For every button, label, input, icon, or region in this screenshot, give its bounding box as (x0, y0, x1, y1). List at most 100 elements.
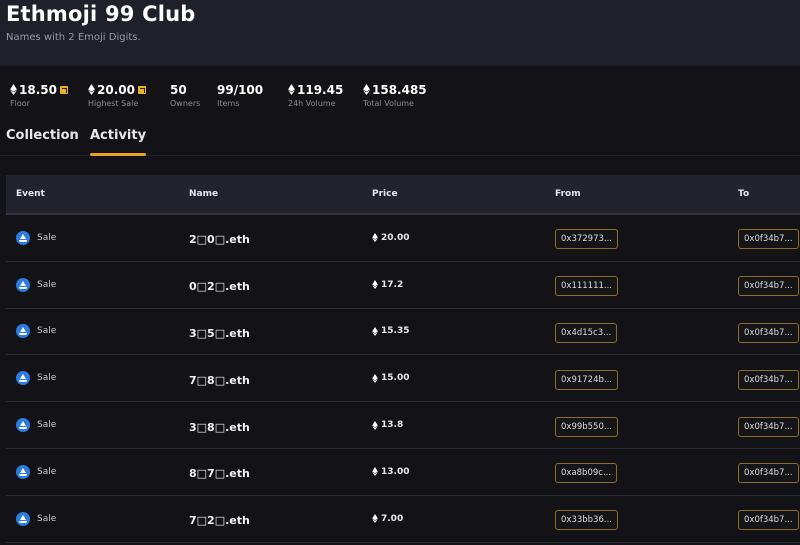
event-label: Sale (37, 513, 57, 524)
header-to: To (738, 189, 750, 199)
collection-subtitle: Names with 2 Emoji Digits. (6, 32, 141, 43)
stat-value-text: 99/100 (217, 82, 264, 97)
event-label: Sale (37, 373, 57, 384)
stat-label: Owners (170, 99, 201, 108)
external-link-icon[interactable] (59, 85, 68, 94)
from-address-link[interactable]: 0x372973... (555, 229, 618, 250)
table-row[interactable]: Sale 3□5□.eth 15.35 0x4d15c3... 0x0f34b7... (6, 308, 800, 356)
price-cell: 20.00 (372, 233, 555, 243)
from-address-link[interactable]: 0x111111... (555, 276, 618, 297)
from-address-link[interactable]: 0xa8b09c... (555, 463, 618, 484)
collection-header: Ethmoji 99 Club Names with 2 Emoji Digit… (0, 0, 800, 66)
event-label: Sale (37, 466, 57, 477)
event-cell: Sale (6, 371, 189, 386)
header-event: Event (16, 189, 45, 199)
to-address-link[interactable]: 0x0f34b7... (738, 510, 799, 531)
stat-value-text: 158.485 (372, 82, 427, 97)
item-name-link[interactable]: 7□2□.eth (189, 514, 250, 527)
stat-label: Highest Sale (88, 99, 139, 108)
collection-title: Ethmoji 99 Club (6, 2, 196, 26)
table-row[interactable]: Sale 7□2□.eth 7.00 0x33bb36... 0x0f34b7... (6, 495, 800, 543)
from-address-link[interactable]: 0x33bb36... (555, 510, 618, 531)
eth-icon (372, 420, 378, 430)
eth-icon (288, 84, 295, 95)
stats-bar: 18.50 Floor 20.00 Highest Sale 50 Owners 99/10… (10, 82, 443, 109)
from-address-link[interactable]: 0x4d15c3... (555, 322, 618, 343)
eth-icon (372, 233, 378, 243)
table-row[interactable]: Sale 8□7□.eth 13.00 0xa8b09c... 0x0f34b7... (6, 448, 800, 496)
stat-value: 99/100 (217, 82, 288, 97)
stat-owners: 50 Owners (170, 82, 217, 109)
item-name-link[interactable]: 0□2□.eth (189, 280, 250, 293)
tab-bar: Collection Activity (0, 128, 800, 156)
eth-icon (372, 514, 378, 524)
price-value: 20.00 (381, 232, 410, 243)
price-value: 13.8 (381, 420, 404, 431)
opensea-icon (16, 464, 30, 479)
event-label: Sale (37, 326, 57, 337)
price-cell: 13.00 (372, 467, 555, 477)
from-address-link[interactable]: 0x91724b... (555, 369, 618, 390)
event-label: Sale (37, 279, 57, 290)
opensea-icon (16, 324, 30, 339)
price-cell: 15.35 (372, 326, 555, 336)
to-address-link[interactable]: 0x0f34b7... (738, 463, 799, 484)
eth-icon (372, 373, 378, 383)
price-value: 7.00 (381, 513, 404, 524)
stat-value-text: 119.45 (297, 82, 344, 97)
stat-value: 18.50 (10, 82, 88, 97)
to-address-link[interactable]: 0x0f34b7... (738, 276, 799, 297)
stat-value-text: 50 (170, 82, 187, 97)
price-cell: 7.00 (372, 514, 555, 524)
table-header: Event Name Price From To (6, 175, 800, 215)
stat-total-volume: 158.485 Total Volume (363, 82, 443, 109)
price-value: 13.00 (381, 466, 410, 477)
table-body: Sale 2□0□.eth 20.00 0x372973... 0x0f34b7... S… (6, 215, 800, 543)
to-address-link[interactable]: 0x0f34b7... (738, 416, 799, 437)
stat-floor: 18.50 Floor (10, 82, 88, 108)
eth-icon (363, 84, 370, 95)
item-name-link[interactable]: 8□7□.eth (189, 467, 250, 480)
item-name-link[interactable]: 7□8□.eth (189, 374, 250, 387)
event-cell: Sale (6, 511, 189, 526)
to-address-link[interactable]: 0x0f34b7... (738, 229, 799, 250)
item-name-link[interactable]: 3□5□.eth (189, 327, 250, 340)
stat-value-text: 20.00 (97, 82, 135, 97)
opensea-icon (16, 418, 30, 433)
table-row[interactable]: Sale 2□0□.eth 20.00 0x372973... 0x0f34b7... (6, 215, 800, 262)
price-cell: 15.00 (372, 373, 555, 383)
header-from: From (555, 189, 581, 199)
item-name-link[interactable]: 3□8□.eth (189, 421, 250, 434)
event-cell: Sale (6, 230, 189, 245)
stat-value: 50 (170, 82, 217, 97)
stat-label: Items (217, 99, 240, 108)
eth-icon (10, 84, 17, 95)
opensea-icon (16, 511, 30, 526)
eth-icon (372, 326, 378, 336)
tab-collection[interactable]: Collection (6, 128, 79, 143)
table-row[interactable]: Sale 3□8□.eth 13.8 0x99b550... 0x0f34b7... (6, 402, 800, 449)
opensea-icon (16, 371, 30, 386)
item-name-link[interactable]: 2□0□.eth (189, 233, 250, 246)
price-cell: 17.2 (372, 280, 555, 290)
stat-value: 119.45 (288, 82, 363, 97)
tab-activity[interactable]: Activity (90, 128, 147, 156)
eth-icon (88, 84, 95, 95)
event-label: Sale (37, 232, 57, 243)
to-address-link[interactable]: 0x0f34b7... (738, 369, 799, 390)
event-cell: Sale (6, 418, 189, 433)
stat-value-text: 18.50 (19, 82, 57, 97)
from-address-link[interactable]: 0x99b550... (555, 416, 618, 437)
table-row[interactable]: Sale 7□8□.eth 15.00 0x91724b... 0x0f34b7... (6, 355, 800, 403)
external-link-icon[interactable] (137, 85, 146, 94)
table-row[interactable]: Sale 0□2□.eth 17.2 0x111111... 0x0f34b7... (6, 261, 800, 309)
opensea-icon (16, 230, 30, 245)
eth-icon (372, 467, 378, 477)
eth-icon (372, 280, 378, 290)
price-value: 15.00 (381, 373, 410, 384)
opensea-icon (16, 277, 30, 292)
header-name: Name (189, 189, 219, 199)
to-address-link[interactable]: 0x0f34b7... (738, 322, 799, 343)
stat-items: 99/100 Items (217, 82, 288, 109)
activity-table: Event Name Price From To Sale 2□0□.eth 20.… (6, 175, 800, 543)
